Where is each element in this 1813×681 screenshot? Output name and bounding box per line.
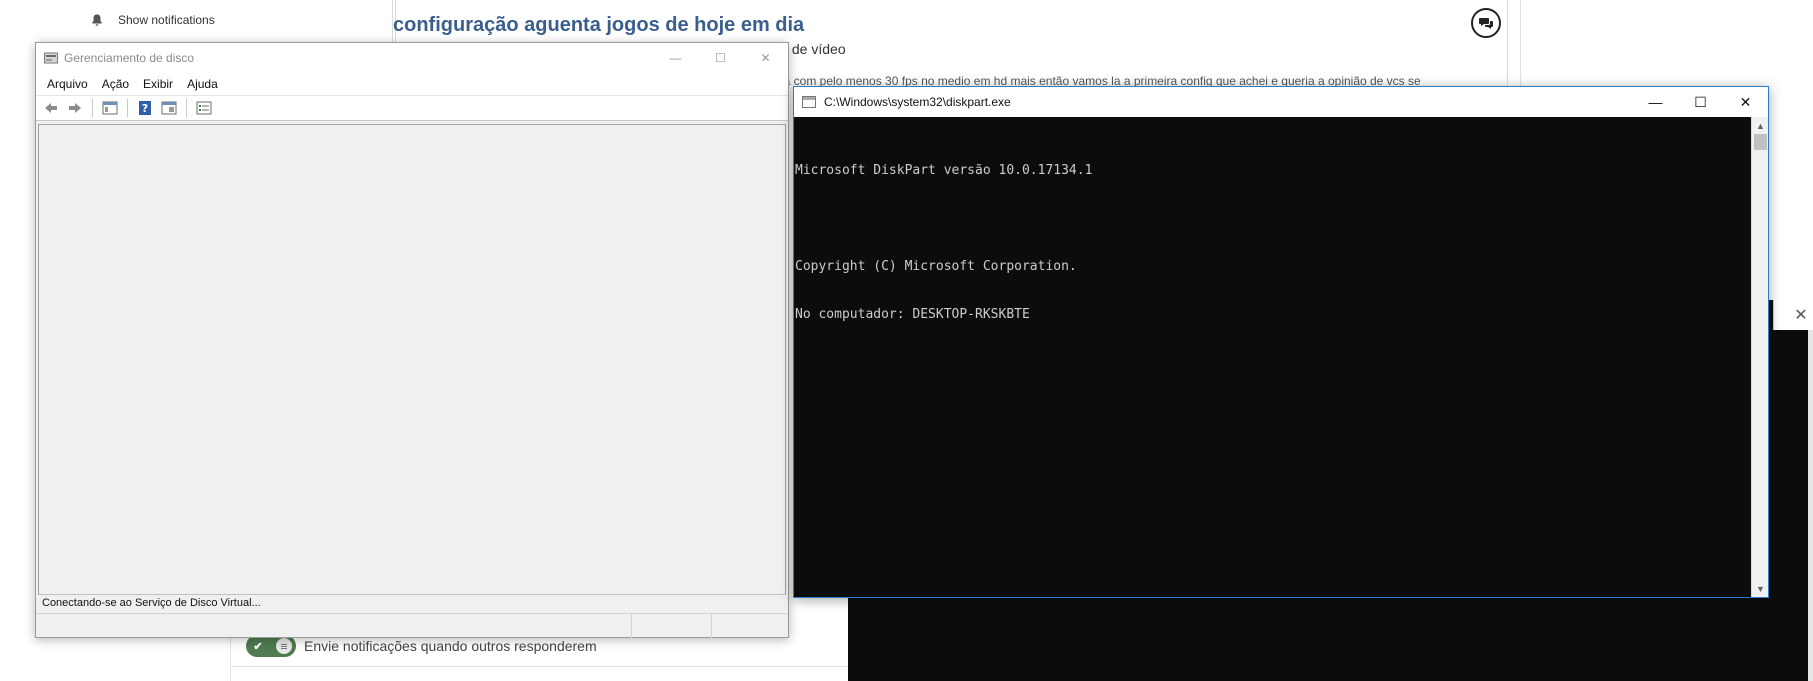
menu-exibir[interactable]: Exibir	[136, 73, 180, 95]
forward-button[interactable]	[64, 98, 86, 118]
toolbar-separator	[127, 99, 128, 117]
console-output[interactable]: Microsoft DiskPart versão 10.0.17134.1 C…	[794, 117, 1751, 597]
disk-management-toolbar: ?	[36, 95, 788, 121]
back-button[interactable]	[40, 98, 62, 118]
back-arrow-icon	[45, 103, 57, 113]
article-subtitle: s de vídeo	[781, 41, 846, 57]
connection-status-text: Conectando-se ao Serviço de Disco Virtua…	[38, 594, 786, 610]
disk-management-window[interactable]: Gerenciamento de disco — ☐ ✕ Arquivo Açã…	[35, 42, 789, 638]
disk-management-content-pane[interactable]	[38, 124, 786, 609]
console-scrollbar[interactable]: ▲ ▼	[1751, 117, 1768, 597]
show-notifications-item[interactable]: Show notifications	[90, 8, 215, 32]
help-button[interactable]: ?	[134, 98, 156, 118]
scroll-up-icon[interactable]: ▲	[1752, 117, 1769, 134]
settings-list-icon	[196, 101, 212, 115]
disk-management-titlebar[interactable]: Gerenciamento de disco — ☐ ✕	[36, 43, 788, 73]
minimize-button[interactable]: —	[1633, 87, 1678, 117]
statusbar-panel	[36, 614, 632, 638]
menu-acao[interactable]: Ação	[95, 73, 136, 95]
check-icon: ✔	[250, 638, 266, 654]
properties-button[interactable]	[158, 98, 180, 118]
reply-notification-label: Envie notificações quando outros respond…	[304, 638, 597, 654]
maximize-button[interactable]: ☐	[1678, 87, 1723, 117]
chat-button[interactable]	[1471, 8, 1501, 38]
scroll-thumb[interactable]	[1754, 134, 1767, 150]
disk-management-app-icon	[44, 52, 58, 64]
scroll-down-icon[interactable]: ▼	[1752, 580, 1769, 597]
article-title[interactable]: configuração aguenta jogos de hoje em di…	[393, 14, 804, 37]
toggle-knob	[276, 638, 292, 654]
disk-management-title: Gerenciamento de disco	[64, 51, 195, 65]
statusbar-panel	[632, 614, 712, 638]
console-tree-icon	[102, 101, 118, 115]
diskpart-titlebar[interactable]: C:\Windows\system32\diskpart.exe — ☐ ✕	[794, 87, 1768, 117]
disk-management-menubar: Arquivo Ação Exibir Ajuda	[36, 73, 788, 95]
disk-management-statusbar	[36, 613, 788, 638]
background-console-scrollbar[interactable]	[1808, 330, 1813, 681]
menu-ajuda[interactable]: Ajuda	[180, 73, 225, 95]
toolbar-separator	[92, 99, 93, 117]
properties-icon	[161, 101, 177, 115]
menu-arquivo[interactable]: Arquivo	[40, 73, 95, 95]
console-app-icon	[802, 96, 816, 108]
reply-notification-setting[interactable]: ✔ Envie notificações quando outros respo…	[246, 635, 597, 657]
close-button[interactable]: ✕	[743, 43, 788, 73]
console-tree-button[interactable]	[99, 98, 121, 118]
minimize-button[interactable]: —	[653, 43, 698, 73]
help-icon: ?	[139, 101, 151, 115]
chat-bubbles-icon	[1479, 18, 1493, 29]
background-console-close-icon[interactable]: ✕	[1793, 305, 1809, 324]
svg-text:?: ?	[142, 102, 148, 115]
page-divider	[1520, 0, 1521, 90]
console-line: Microsoft DiskPart versão 10.0.17134.1	[795, 163, 1093, 178]
page-divider-bottom	[230, 666, 848, 667]
bell-icon	[92, 14, 102, 26]
maximize-button[interactable]: ☐	[698, 43, 743, 73]
console-line: No computador: DESKTOP-RKSKBTE	[795, 307, 1030, 322]
diskpart-window[interactable]: C:\Windows\system32\diskpart.exe — ☐ ✕ M…	[793, 86, 1769, 598]
console-line: Copyright (C) Microsoft Corporation.	[795, 259, 1077, 274]
diskpart-title: C:\Windows\system32\diskpart.exe	[824, 95, 1011, 109]
toolbar-separator	[186, 99, 187, 117]
forward-arrow-icon	[69, 103, 81, 113]
settings-list-button[interactable]	[193, 98, 215, 118]
reply-notification-toggle[interactable]: ✔	[246, 635, 296, 657]
show-notifications-label: Show notifications	[118, 13, 215, 27]
statusbar-panel	[712, 614, 788, 638]
close-button[interactable]: ✕	[1723, 87, 1768, 117]
